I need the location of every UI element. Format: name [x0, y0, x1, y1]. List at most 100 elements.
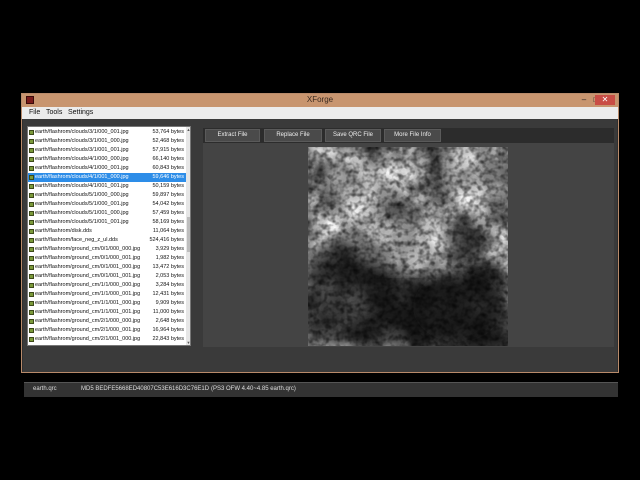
file-size: 2,053 bytes — [155, 273, 184, 279]
replace-file-button[interactable]: Replace File — [264, 129, 322, 142]
file-size: 11,000 bytes — [152, 309, 184, 315]
menu-settings[interactable]: Settings — [68, 108, 93, 118]
image-file-icon — [29, 166, 34, 171]
image-file-icon — [29, 184, 34, 189]
scroll-up-arrow-icon[interactable]: ▲ — [186, 127, 190, 132]
file-size: 57,459 bytes — [152, 210, 185, 216]
file-size: 3,929 bytes — [155, 246, 184, 252]
file-size: 3,284 bytes — [155, 282, 184, 288]
file-row[interactable]: earth/flashrom/disk.dds 11,064 bytes — [28, 227, 186, 236]
more-file-info-button[interactable]: More File Info — [384, 129, 441, 142]
file-row[interactable]: earth/flashrom/clouds/3/1/000_001.jpg 53,… — [28, 128, 186, 137]
file-size: 60,843 bytes — [152, 165, 185, 171]
file-row[interactable]: earth/flashrom/ground_cm/1/1/001_000.jpg… — [28, 299, 186, 308]
scroll-thumb[interactable] — [186, 217, 190, 252]
file-name: earth/flashrom/clouds/4/1/000_001.jpg — [35, 165, 129, 171]
file-name: earth/flashrom/ground_cm/1/1/000_001.jpg — [35, 291, 141, 297]
file-size: 53,764 bytes — [152, 129, 185, 135]
file-row[interactable]: earth/flashrom/clouds/5/1/000_000.jpg 59,… — [28, 191, 186, 200]
image-file-icon — [29, 202, 34, 207]
status-bar: earth.qrc MD5 BEDFE5668ED40807C53E616D3C… — [24, 382, 618, 397]
file-row[interactable]: earth/flashrom/clouds/5/1/001_001.jpg 58,… — [28, 218, 186, 227]
close-button[interactable]: ✕ — [595, 95, 615, 105]
file-name: earth/flashrom/ground_cm/0/1/001_000.jpg — [35, 264, 141, 270]
xforge-window: XForge – □ ✕ File Tools Settings earth/f… — [21, 93, 619, 397]
file-row[interactable]: earth/flashrom/face_neg_z_ul.dds 524,416 … — [28, 236, 186, 245]
image-file-icon — [29, 319, 34, 324]
image-file-icon — [29, 211, 34, 216]
image-file-icon — [29, 193, 34, 198]
file-size: 50,159 bytes — [152, 183, 185, 189]
file-name: earth/flashrom/ground_cm/1/1/001_001.jpg — [35, 309, 141, 315]
file-size: 9,909 bytes — [155, 300, 184, 306]
file-size: 13,472 bytes — [152, 264, 185, 270]
title-bar[interactable]: XForge – □ ✕ — [22, 94, 618, 107]
file-size: 1,982 bytes — [155, 255, 184, 261]
file-name: earth/flashrom/clouds/5/1/001_000.jpg — [35, 210, 129, 216]
file-name: earth/flashrom/clouds/3/1/001_000.jpg — [35, 138, 129, 144]
image-file-icon — [29, 310, 34, 315]
file-row[interactable]: earth/flashrom/clouds/4/1/001_001.jpg 50,… — [28, 182, 186, 191]
image-file-icon — [29, 274, 34, 279]
file-size: 59,646 bytes — [152, 174, 185, 180]
file-row[interactable]: earth/flashrom/ground_cm/0/1/000_001.jpg… — [28, 254, 186, 263]
image-file-icon — [29, 238, 34, 243]
image-file-icon — [29, 148, 34, 153]
file-list-scrollbar[interactable]: ▲ ▼ — [186, 127, 190, 345]
extract-file-button[interactable]: Extract File — [205, 129, 260, 142]
file-name: earth/flashrom/ground_cm/0/1/001_001.jpg — [35, 273, 141, 279]
file-name: earth/flashrom/clouds/5/1/001_001.jpg — [35, 219, 129, 225]
file-list[interactable]: earth/flashrom/ground_cm/2/1/001_000.jpg… — [27, 126, 191, 346]
file-name: earth/flashrom/clouds/3/1/000_001.jpg — [35, 129, 129, 135]
file-row[interactable]: earth/flashrom/ground_cm/2/1/001_000.jpg… — [28, 335, 186, 344]
file-name: earth/flashrom/clouds/5/1/000_000.jpg — [35, 192, 129, 198]
window-title: XForge — [306, 95, 334, 104]
image-file-icon — [29, 247, 34, 252]
file-row[interactable]: earth/flashrom/clouds/4/1/000_000.jpg 66,… — [28, 155, 186, 164]
file-size: 59,897 bytes — [152, 192, 185, 198]
file-row[interactable]: earth/flashrom/clouds/4/1/000_001.jpg 60,… — [28, 164, 186, 173]
cloud-satellite-image — [308, 147, 508, 346]
file-row[interactable]: earth/flashrom/clouds/5/1/000_001.jpg 54,… — [28, 200, 186, 209]
image-file-icon — [29, 220, 34, 225]
file-name: earth/flashrom/ground_cm/2/1/000_001.jpg — [35, 327, 141, 333]
file-size: 22,843 bytes — [152, 336, 185, 342]
image-file-icon — [29, 130, 34, 135]
image-file-icon — [29, 265, 34, 270]
file-row[interactable]: earth/flashrom/ground_cm/0/1/001_000.jpg… — [28, 263, 186, 272]
file-size: 58,169 bytes — [152, 219, 185, 225]
menu-tools[interactable]: Tools — [46, 108, 62, 118]
scroll-down-arrow-icon[interactable]: ▼ — [186, 340, 190, 345]
file-name: earth/flashrom/ground_cm/0/1/000_001.jpg — [35, 255, 141, 261]
file-row[interactable]: earth/flashrom/ground_cm/0/1/000_000.jpg… — [28, 245, 186, 254]
file-row[interactable]: earth/flashrom/ground_cm/2/1/000_000.jpg… — [28, 317, 186, 326]
file-size: 52,468 bytes — [152, 138, 185, 144]
file-row[interactable]: earth/flashrom/ground_cm/0/1/001_001.jpg… — [28, 272, 186, 281]
file-row[interactable]: earth/flashrom/ground_cm/2/1/000_001.jpg… — [28, 326, 186, 335]
file-name: earth/flashrom/clouds/4/1/000_000.jpg — [35, 156, 129, 162]
file-row[interactable]: earth/flashrom/ground_cm/1/1/001_001.jpg… — [28, 308, 186, 317]
file-name: earth/flashrom/ground_cm/1/1/001_000.jpg — [35, 300, 141, 306]
file-name: earth/flashrom/ground_cm/2/1/000_000.jpg — [35, 318, 141, 324]
menu-bar: File Tools Settings — [22, 107, 618, 119]
file-row[interactable]: earth/flashrom/ground_cm/1/1/000_000.jpg… — [28, 281, 186, 290]
image-file-icon — [29, 328, 34, 333]
preview-panel: Extract File Replace File Save QRC File … — [203, 128, 614, 347]
file-row[interactable]: earth/flashrom/clouds/3/1/001_000.jpg 52,… — [28, 137, 186, 146]
file-row[interactable]: earth/flashrom/clouds/5/1/001_000.jpg 57,… — [28, 209, 186, 218]
file-name: earth/flashrom/disk.dds — [35, 228, 92, 234]
status-version: (PS3 OFW 4.40~4.85 earth.qrc) — [211, 386, 296, 392]
menu-file[interactable]: File — [29, 108, 40, 118]
image-file-icon — [29, 256, 34, 261]
file-name: earth/flashrom/clouds/5/1/000_001.jpg — [35, 201, 129, 207]
minimize-button[interactable]: – — [578, 95, 590, 105]
image-file-icon — [29, 175, 34, 180]
image-file-icon — [29, 283, 34, 288]
file-row[interactable]: earth/flashrom/clouds/4/1/001_000.jpg 59,… — [28, 173, 186, 182]
file-row[interactable]: earth/flashrom/clouds/3/1/001_001.jpg 57,… — [28, 146, 186, 155]
save-qrc-file-button[interactable]: Save QRC File — [325, 129, 381, 142]
file-row[interactable]: earth/flashrom/ground_cm/1/1/000_001.jpg… — [28, 290, 186, 299]
file-size: 66,140 bytes — [152, 156, 185, 162]
file-size: 57,915 bytes — [152, 147, 185, 153]
file-name: earth/flashrom/ground_cm/0/1/000_000.jpg — [35, 246, 141, 252]
